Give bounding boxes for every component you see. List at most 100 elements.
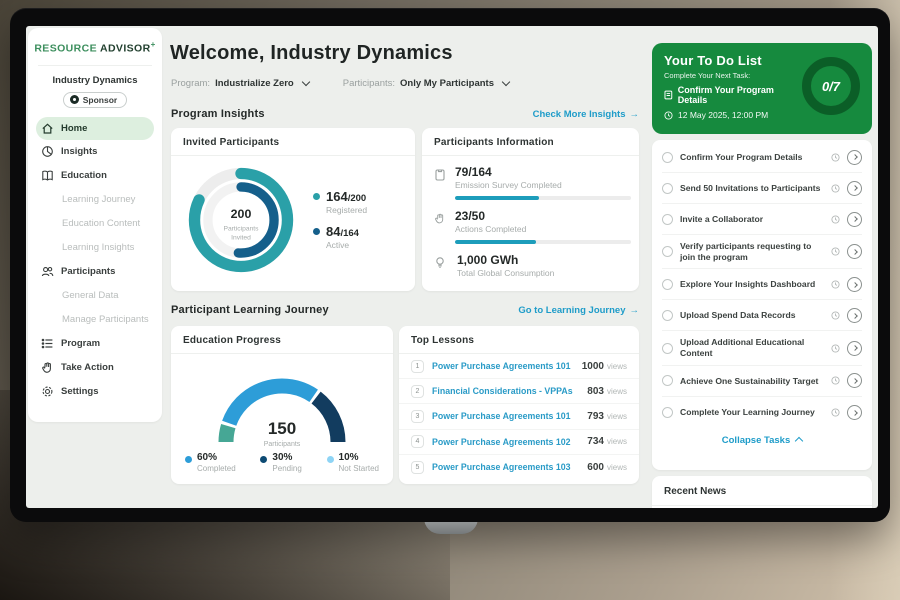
- task-chevron-button[interactable]: [847, 212, 862, 227]
- todo-due-date: 12 May 2025, 12:00 PM: [664, 110, 802, 120]
- lesson-link[interactable]: Power Purchase Agreements 101: [432, 361, 582, 371]
- todo-task-row[interactable]: Verify participants requesting to join t…: [662, 235, 862, 269]
- todo-task-row[interactable]: Invite a Collaborator: [662, 204, 862, 235]
- not-started-dot: [327, 456, 334, 463]
- divider: [38, 65, 152, 66]
- invited-legend: 164/200 Registered 84/164 Active: [313, 180, 367, 259]
- page-title: Welcome, Industry Dynamics: [170, 42, 453, 65]
- lesson-row[interactable]: 3 Power Purchase Agreements 101 793views: [399, 404, 639, 429]
- chevron-right-icon: [852, 345, 858, 351]
- todo-task-row[interactable]: Upload Spend Data Records: [662, 300, 862, 331]
- lesson-rank: 4: [411, 435, 424, 448]
- task-checkbox[interactable]: [662, 214, 673, 225]
- lesson-link[interactable]: Power Purchase Agreements 102: [432, 437, 587, 447]
- task-chevron-button[interactable]: [847, 308, 862, 323]
- task-chevron-button[interactable]: [847, 181, 862, 196]
- chevron-right-icon: [852, 313, 858, 319]
- chevron-right-icon: [852, 282, 858, 288]
- todo-task-row[interactable]: Confirm Your Program Details: [662, 142, 862, 173]
- task-chevron-button[interactable]: [847, 373, 862, 388]
- task-label: Complete Your Learning Journey: [680, 407, 824, 418]
- registered-label: Registered: [326, 205, 367, 215]
- chevron-down-icon: [502, 78, 510, 86]
- task-chevron-button[interactable]: [847, 244, 862, 259]
- check-more-insights-link[interactable]: Check More Insights→: [533, 109, 639, 120]
- sidebar-item-settings[interactable]: Settings: [28, 380, 162, 404]
- program-filter-label: Program:: [171, 78, 210, 89]
- todo-task-row[interactable]: Send 50 Invitations to Participants: [662, 173, 862, 204]
- sidebar-item-learning-insights[interactable]: Learning Insights: [28, 236, 162, 260]
- task-chevron-button[interactable]: [847, 341, 862, 356]
- tasks-card: Confirm Your Program Details Send 50 Inv…: [652, 140, 872, 470]
- lesson-views: 734: [587, 436, 604, 447]
- task-checkbox[interactable]: [662, 343, 673, 354]
- lesson-rank: 5: [411, 461, 424, 474]
- collapse-tasks-link[interactable]: Collapse Tasks: [662, 428, 862, 450]
- registered-value: 164: [326, 189, 348, 204]
- consumption-label: Total Global Consumption: [457, 268, 554, 278]
- sidebar-item-manage-participants[interactable]: Manage Participants: [28, 308, 162, 332]
- learning-journey-header: Participant Learning Journey Go to Learn…: [171, 304, 639, 316]
- task-checkbox[interactable]: [662, 152, 673, 163]
- clock-icon: [831, 184, 840, 193]
- participants-filter[interactable]: Participants: Only My Participants: [343, 78, 509, 89]
- info-row-consumption: 1,000 GWh Total Global Consumption: [422, 244, 639, 278]
- sidebar-item-take-action[interactable]: Take Action: [28, 356, 162, 380]
- sidebar-item-education[interactable]: Education: [28, 164, 162, 188]
- actions-progress-track: [455, 240, 631, 244]
- document-icon: [664, 90, 673, 100]
- todo-task-row[interactable]: Complete Your Learning Journey: [662, 397, 862, 428]
- task-checkbox[interactable]: [662, 407, 673, 418]
- task-checkbox[interactable]: [662, 310, 673, 321]
- arrow-right-icon: →: [630, 305, 640, 316]
- chevron-right-icon: [852, 249, 858, 255]
- lesson-row[interactable]: 2 Financial Considerations - VPPAs 803vi…: [399, 379, 639, 404]
- go-to-learning-journey-link[interactable]: Go to Learning Journey→: [518, 305, 639, 316]
- lesson-row[interactable]: 5 Power Purchase Agreements 103 600views: [399, 455, 639, 480]
- sidebar-item-learning-journey[interactable]: Learning Journey: [28, 188, 162, 212]
- program-insights-header: Program Insights Check More Insights→: [171, 108, 639, 120]
- program-filter[interactable]: Program: Industrialize Zero: [171, 78, 309, 89]
- sidebar-item-insights[interactable]: Insights: [28, 140, 162, 164]
- sidebar-item-home[interactable]: Home: [36, 117, 154, 140]
- clock-icon: [831, 376, 840, 385]
- survey-progress-track: [455, 196, 631, 200]
- sidebar-item-participants[interactable]: Participants: [28, 260, 162, 284]
- lesson-link[interactable]: Financial Considerations - VPPAs: [432, 386, 587, 396]
- todo-task-row[interactable]: Explore Your Insights Dashboard: [662, 269, 862, 300]
- todo-next-task[interactable]: Confirm Your Program Details: [664, 85, 802, 105]
- actions-progress-fill: [455, 240, 536, 244]
- donut-center-label-1: Participants: [223, 225, 259, 232]
- todo-task-row[interactable]: Achieve One Sustainability Target: [662, 366, 862, 397]
- todo-progress-count: 0/7: [822, 79, 840, 94]
- sidebar-item-education-content[interactable]: Education Content: [28, 212, 162, 236]
- lesson-rank: 1: [411, 360, 424, 373]
- sponsor-badge[interactable]: Sponsor: [63, 92, 127, 108]
- monitor-bezel: RESOURCE ADVISOR+ Industry Dynamics Spon…: [10, 8, 890, 522]
- lesson-link[interactable]: Power Purchase Agreements 101: [432, 411, 587, 421]
- task-label: Invite a Collaborator: [680, 214, 824, 225]
- task-chevron-button[interactable]: [847, 277, 862, 292]
- task-chevron-button[interactable]: [847, 405, 862, 420]
- task-checkbox[interactable]: [662, 279, 673, 290]
- task-chevron-button[interactable]: [847, 150, 862, 165]
- education-gauge-chart: 150 Participants: [184, 354, 380, 454]
- lesson-link[interactable]: Power Purchase Agreements 103: [432, 462, 587, 472]
- invited-donut-chart: 200 Participants Invited: [179, 158, 303, 282]
- lesson-row[interactable]: 4 Power Purchase Agreements 102 734views: [399, 430, 639, 455]
- sidebar-item-general-data[interactable]: General Data: [28, 284, 162, 308]
- lesson-row[interactable]: 1 Power Purchase Agreements 101 1000view…: [399, 354, 639, 379]
- actions-label: Actions Completed: [455, 224, 631, 234]
- sidebar-item-program[interactable]: Program: [28, 332, 162, 356]
- education-legend: 60%Completed 30%Pending 10%Not Started: [171, 452, 393, 473]
- info-row-actions: 23/50 Actions Completed: [422, 200, 639, 244]
- task-checkbox[interactable]: [662, 375, 673, 386]
- clock-icon: [831, 153, 840, 162]
- task-checkbox[interactable]: [662, 183, 673, 194]
- active-dot: [313, 228, 320, 235]
- completed-dot: [185, 456, 192, 463]
- task-label: Verify participants requesting to join t…: [680, 241, 824, 262]
- todo-task-row[interactable]: Upload Additional Educational Content: [662, 331, 862, 365]
- task-checkbox[interactable]: [662, 246, 673, 257]
- chevron-right-icon: [852, 216, 858, 222]
